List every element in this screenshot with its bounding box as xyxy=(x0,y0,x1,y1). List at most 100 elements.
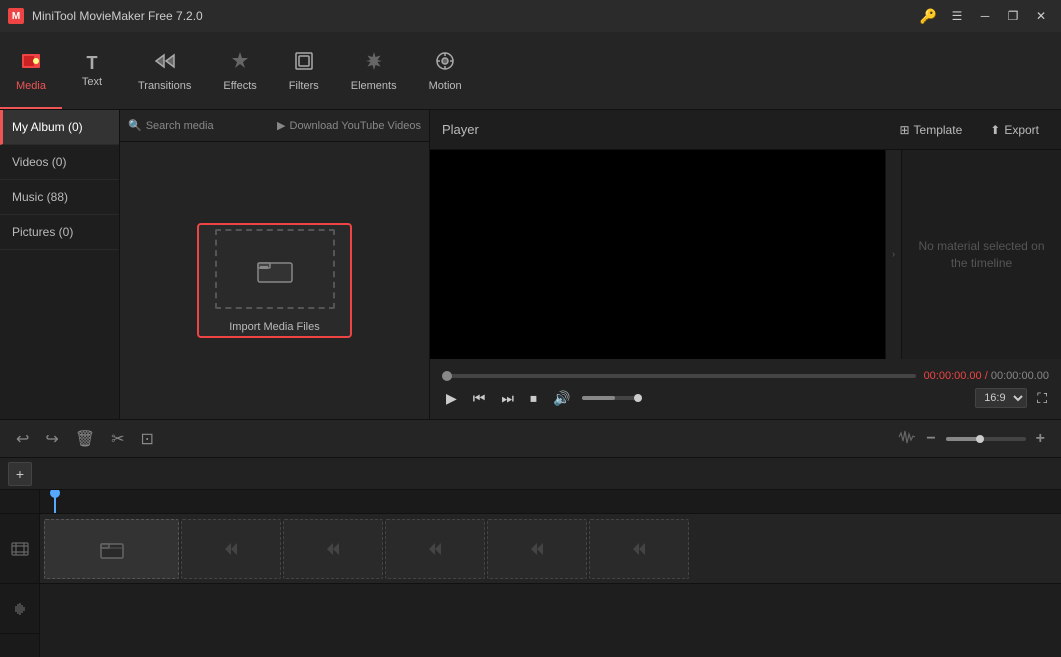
video-track xyxy=(40,514,1061,584)
panel-collapse-btn[interactable]: › xyxy=(885,150,901,359)
next-frame-button[interactable]: ⏭ xyxy=(497,388,518,409)
sidebar-item-videos[interactable]: Videos (0) xyxy=(0,145,119,180)
player-controls: 00:00:00.00 / 00:00:00.00 ▶ ⏮ ⏭ ⏹ 🔊 16:9… xyxy=(430,359,1061,419)
search-media-btn[interactable]: 🔍 Search media xyxy=(128,119,214,132)
key-icon: 🔑 xyxy=(920,8,937,25)
zoom-controls: − + xyxy=(898,426,1049,452)
toolbar-item-motion[interactable]: Motion xyxy=(413,32,478,109)
toolbar-item-text[interactable]: T Text xyxy=(62,32,122,109)
text-icon: T xyxy=(86,54,97,72)
timeline-cursor xyxy=(54,490,56,513)
sidebar-item-my-album[interactable]: My Album (0) xyxy=(0,110,119,145)
download-youtube-btn[interactable]: ▶ Download YouTube Videos xyxy=(277,119,421,132)
time-current: 00:00:00.00 xyxy=(924,370,982,382)
zoom-out-button[interactable]: − xyxy=(922,426,939,452)
cut-button[interactable]: ✂ xyxy=(107,425,128,453)
template-icon: ⊞ xyxy=(899,123,909,137)
media-panel: 🔍 Search media ▶ Download YouTube Videos… xyxy=(120,110,430,419)
media-icon xyxy=(20,50,42,76)
title-bar: M MiniTool MovieMaker Free 7.2.0 🔑 ☰ ─ ❐… xyxy=(0,0,1061,32)
timeline-header: + xyxy=(0,458,1061,490)
volume-button[interactable]: 🔊 xyxy=(549,388,574,409)
time-display: 00:00:00.00 / 00:00:00.00 xyxy=(924,370,1049,382)
timeline-add-button[interactable]: + xyxy=(8,462,32,486)
stop-button[interactable]: ⏹ xyxy=(526,388,541,409)
player-title: Player xyxy=(442,122,479,137)
youtube-icon: ▶ xyxy=(277,119,285,132)
delete-button[interactable]: 🗑 xyxy=(71,425,99,453)
transition-slot-3[interactable] xyxy=(385,519,485,579)
download-youtube-label: Download YouTube Videos xyxy=(290,120,422,132)
waveform-icon xyxy=(898,430,916,447)
main-clip-slot[interactable] xyxy=(44,519,179,579)
minimize-button[interactable]: ─ xyxy=(973,6,997,26)
bottom-right: − + xyxy=(898,426,1049,452)
transitions-label: Transitions xyxy=(138,80,191,92)
transition-slot-2[interactable] xyxy=(283,519,383,579)
time-total: 00:00:00.00 xyxy=(991,370,1049,382)
search-media-label: Search media xyxy=(146,120,214,132)
export-button[interactable]: ⬆ Export xyxy=(980,119,1049,141)
template-button[interactable]: ⊞ Template xyxy=(889,119,972,141)
aspect-ratio-select[interactable]: 16:9 9:16 1:1 4:3 xyxy=(975,388,1027,408)
prev-frame-button[interactable]: ⏮ xyxy=(469,388,490,409)
template-label: Template xyxy=(914,123,963,137)
media-label: Media xyxy=(16,80,46,92)
timeline-area: + xyxy=(0,457,1061,657)
player-viewport xyxy=(430,150,885,359)
progress-bar[interactable] xyxy=(442,374,916,378)
zoom-fill xyxy=(946,437,978,441)
bottom-toolbar: ↩ ↪ 🗑 ✂ ⊡ − + xyxy=(0,419,1061,457)
restore-button[interactable]: ❐ xyxy=(1001,6,1025,26)
title-bar-controls: ☰ ─ ❐ ✕ xyxy=(945,6,1053,26)
elements-icon xyxy=(363,50,385,76)
redo-button[interactable]: ↪ xyxy=(41,425,62,453)
sidebar: My Album (0) Videos (0) Music (88) Pictu… xyxy=(0,110,120,419)
sidebar-item-pictures[interactable]: Pictures (0) xyxy=(0,215,119,250)
zoom-dot xyxy=(976,435,984,443)
transition-slot-5[interactable] xyxy=(589,519,689,579)
toolbar: Media T Text Transitions Effects Filter xyxy=(0,32,1061,110)
undo-button[interactable]: ↩ xyxy=(12,425,33,453)
effects-label: Effects xyxy=(223,80,256,92)
import-media-box[interactable]: Import Media Files xyxy=(197,223,352,338)
text-label: Text xyxy=(82,76,102,88)
timeline-tracks xyxy=(40,490,1061,657)
menu-button[interactable]: ☰ xyxy=(945,6,969,26)
toolbar-item-media[interactable]: Media xyxy=(0,32,62,109)
transition-slot-1[interactable] xyxy=(181,519,281,579)
toolbar-item-elements[interactable]: Elements xyxy=(335,32,413,109)
player-viewport-wrapper: › No material selected on the timeline xyxy=(430,150,1061,359)
transition-slot-4[interactable] xyxy=(487,519,587,579)
volume-slider[interactable] xyxy=(582,396,642,400)
title-bar-extras: 🔑 ☰ ─ ❐ ✕ xyxy=(920,6,1053,26)
export-label: Export xyxy=(1004,123,1039,137)
no-material-text: No material selected on the timeline xyxy=(902,230,1061,280)
controls-row: ▶ ⏮ ⏭ ⏹ 🔊 16:9 9:16 1:1 4:3 ⛶ xyxy=(442,388,1049,409)
toolbar-item-effects[interactable]: Effects xyxy=(207,32,272,109)
play-button[interactable]: ▶ xyxy=(442,388,461,409)
main-area: My Album (0) Videos (0) Music (88) Pictu… xyxy=(0,110,1061,419)
player-header-actions: ⊞ Template ⬆ Export xyxy=(889,119,1049,141)
zoom-slider[interactable] xyxy=(946,437,1026,441)
progress-dot xyxy=(442,371,452,381)
crop-button[interactable]: ⊡ xyxy=(137,425,158,453)
app-title: MiniTool MovieMaker Free 7.2.0 xyxy=(32,9,203,23)
export-icon: ⬆ xyxy=(990,123,1000,137)
timeline-content xyxy=(0,490,1061,657)
effects-icon xyxy=(229,50,251,76)
toolbar-item-filters[interactable]: Filters xyxy=(273,32,335,109)
motion-label: Motion xyxy=(429,80,462,92)
zoom-in-button[interactable]: + xyxy=(1032,426,1049,452)
fullscreen-button[interactable]: ⛶ xyxy=(1035,388,1049,409)
app-icon: M xyxy=(8,8,24,24)
toolbar-item-transitions[interactable]: Transitions xyxy=(122,32,207,109)
volume-dot xyxy=(634,394,642,402)
audio-track-label xyxy=(0,584,39,634)
import-media-label: Import Media Files xyxy=(229,321,319,333)
search-icon: 🔍 xyxy=(128,119,142,132)
motion-icon xyxy=(434,50,456,76)
timeline-tracks-label xyxy=(0,490,40,657)
sidebar-item-music[interactable]: Music (88) xyxy=(0,180,119,215)
close-button[interactable]: ✕ xyxy=(1029,6,1053,26)
